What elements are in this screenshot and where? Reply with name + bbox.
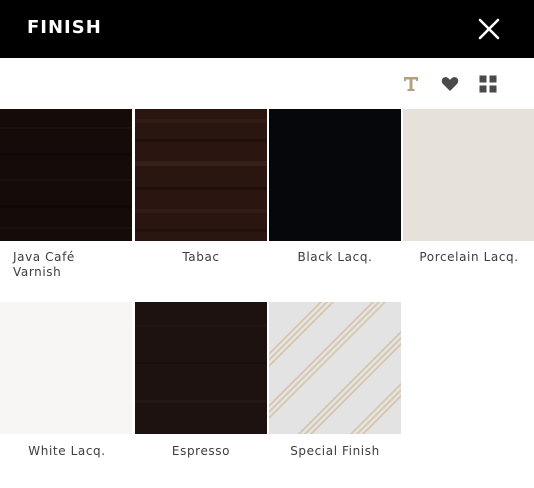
page-title: FINISH <box>27 17 102 38</box>
java-cafe-varnish-swatch <box>0 109 132 241</box>
black-lacq-swatch <box>269 109 401 241</box>
finish-label-java-cafe-varnish[interactable]: Java Café Varnish <box>13 250 147 280</box>
swatch-java-cafe-varnish[interactable] <box>0 109 132 241</box>
heart-icon <box>441 77 459 91</box>
text-view-button[interactable] <box>401 74 421 94</box>
swatch-porcelain-lacq[interactable] <box>403 109 534 241</box>
swatch-tabac[interactable] <box>135 109 267 241</box>
espresso-swatch <box>135 302 267 434</box>
finish-label-line: Varnish <box>13 265 62 279</box>
tabac-swatch <box>135 109 267 241</box>
favorites-button[interactable] <box>440 74 460 94</box>
swatch-black-lacq[interactable] <box>269 109 401 241</box>
grid-view-icon <box>479 75 497 93</box>
finish-label-espresso[interactable]: Espresso <box>134 444 268 459</box>
finish-label-white-lacq[interactable]: White Lacq. <box>0 444 134 459</box>
finish-label-tabac[interactable]: Tabac <box>134 250 268 265</box>
special-finish-swatch <box>269 302 401 434</box>
finish-label-porcelain-lacq[interactable]: Porcelain Lacq. <box>402 250 534 265</box>
swatch-special-finish[interactable] <box>269 302 401 434</box>
finish-label-black-lacq[interactable]: Black Lacq. <box>268 250 402 265</box>
white-lacq-swatch <box>0 302 132 434</box>
swatch-espresso[interactable] <box>135 302 267 434</box>
grid-view-button[interactable] <box>478 74 498 94</box>
porcelain-lacq-swatch <box>403 109 534 241</box>
close-button[interactable] <box>476 16 502 42</box>
finish-label-special-finish[interactable]: Special Finish <box>268 444 402 459</box>
swatch-white-lacq[interactable] <box>0 302 132 434</box>
finish-header: FINISH <box>0 0 534 58</box>
finish-label-line: Java Café <box>13 250 75 264</box>
close-icon <box>478 18 500 40</box>
text-view-icon <box>404 77 418 91</box>
